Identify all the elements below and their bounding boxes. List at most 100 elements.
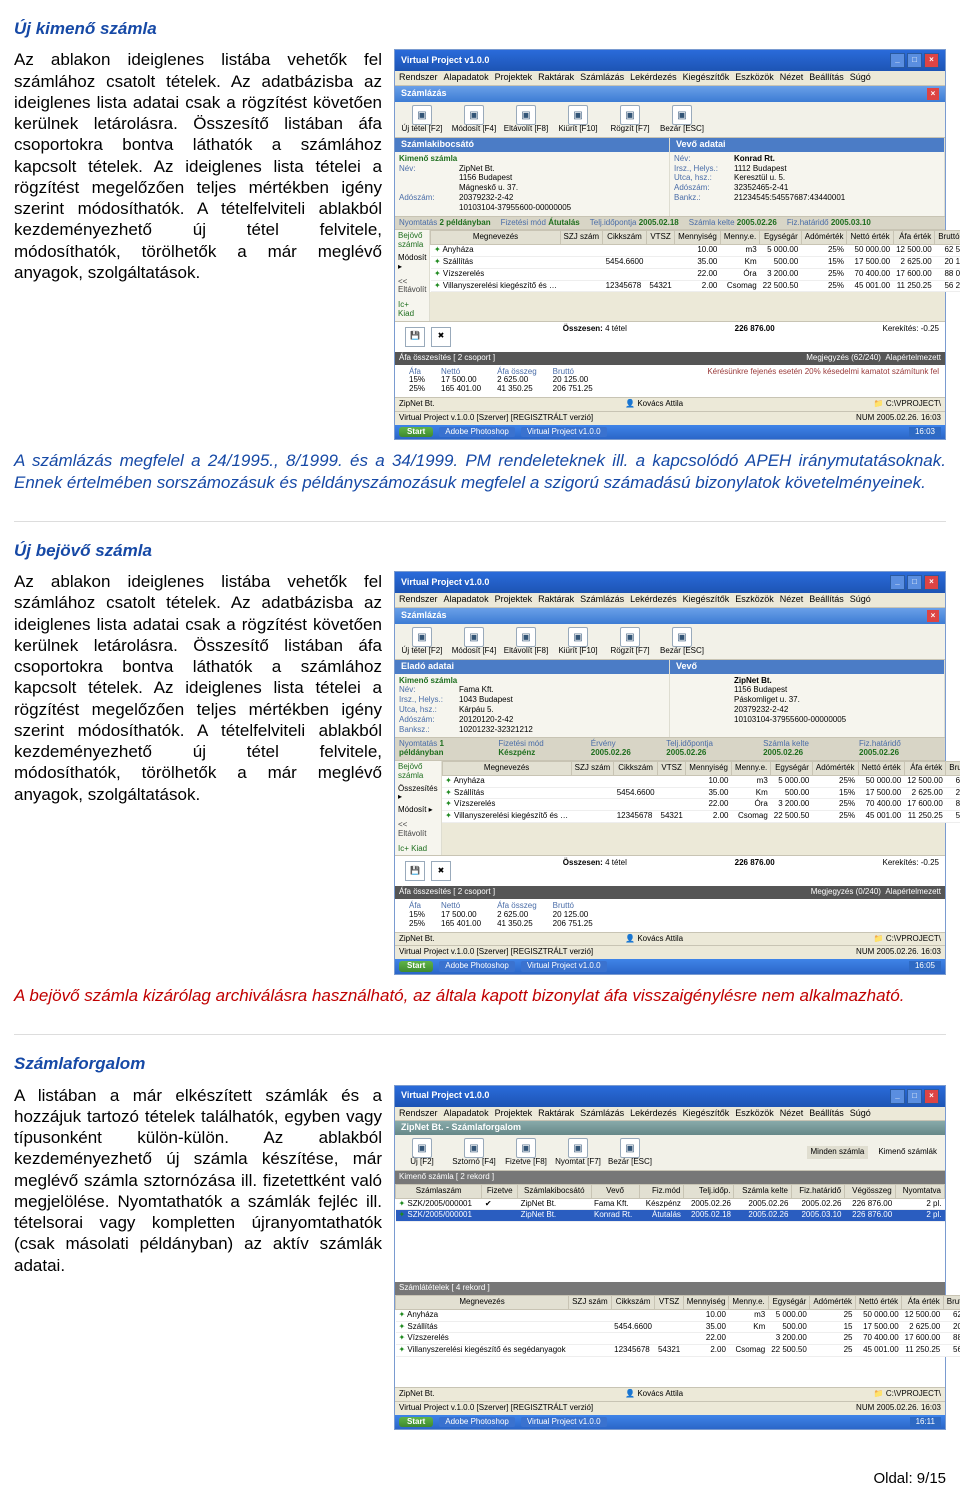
remove-button[interactable]: << Eltávolít xyxy=(398,821,438,839)
menu-item[interactable]: Súgó xyxy=(850,1108,871,1118)
table-row[interactable]: ✦ Szállítás5454.660035.00Km500.001517 50… xyxy=(396,1321,960,1333)
menubar[interactable]: Rendszer Alapadatok Projektek Raktárak Száml… xyxy=(395,593,945,608)
menu-item[interactable]: Rendszer xyxy=(399,1108,438,1118)
taskbar-item[interactable]: Virtual Project v1.0.0 xyxy=(521,427,607,438)
menu-item[interactable]: Súgó xyxy=(850,594,871,604)
maximize-icon[interactable]: □ xyxy=(907,1089,922,1104)
window-controls[interactable]: _□× xyxy=(888,53,939,68)
side-nav-item[interactable]: Bejövő számla xyxy=(398,232,426,250)
menu-item[interactable]: Beállítás xyxy=(809,72,844,82)
menu-item[interactable]: Számlázás xyxy=(580,72,624,82)
toolbar[interactable]: ▣Új [F2]▣Sztornó [F4]▣Fizetve [F8]▣Nyomt… xyxy=(395,1135,945,1171)
menu-item[interactable]: Rendszer xyxy=(399,594,438,604)
menu-item[interactable]: Alapadatok xyxy=(444,594,489,604)
menu-item[interactable]: Lekérdezés xyxy=(630,594,677,604)
menu-item[interactable]: Alapadatok xyxy=(444,1108,489,1118)
minimize-icon[interactable]: _ xyxy=(890,53,905,68)
start-button[interactable]: Start xyxy=(399,961,433,972)
table-row[interactable]: ✦ Villanyszerelési kiegészítő és …123456… xyxy=(442,811,960,823)
table-row[interactable]: ✦ Anyháza10.00m35 000.0025%50 000.0012 5… xyxy=(431,245,960,257)
start-button[interactable]: Start xyxy=(399,1417,433,1428)
close-icon[interactable]: × xyxy=(924,575,939,590)
side-nav-item[interactable]: Bejövő számla xyxy=(398,763,438,781)
menubar[interactable]: RendszerAlapadatokProjektekRaktárakSzáml… xyxy=(395,71,945,86)
issue-button[interactable]: Ic+ Kiad xyxy=(398,301,426,319)
toolbar-button[interactable]: ▣Bezár [ESC] xyxy=(659,627,705,656)
menu-item[interactable]: Kiegészítők xyxy=(683,72,730,82)
toolbar-button[interactable]: ▣Új tétel [F2] xyxy=(399,627,445,656)
save-icon[interactable]: 💾 xyxy=(405,327,425,347)
save-icon[interactable]: 💾 xyxy=(405,861,425,881)
toolbar-button[interactable]: ▣Bezár [ESC] xyxy=(659,105,705,134)
menu-item[interactable]: Raktárak xyxy=(538,594,574,604)
close-panel-icon[interactable]: ✖ xyxy=(431,327,451,347)
menu-item[interactable]: Lekérdezés xyxy=(630,1108,677,1118)
taskbar-item[interactable]: Adobe Photoshop xyxy=(439,961,515,972)
menu-item[interactable]: Raktárak xyxy=(538,72,574,82)
remove-button[interactable]: << Eltávolít xyxy=(398,278,426,296)
menu-item[interactable]: Rendszer xyxy=(399,72,438,82)
menu-item[interactable]: Beállítás xyxy=(809,1108,844,1118)
panel-close-icon[interactable]: × xyxy=(927,610,939,622)
toolbar-button[interactable]: ▣Új tétel [F2] xyxy=(399,105,445,134)
table-row[interactable]: ✦ Szállítás5454.660035.00Km500.0015%17 5… xyxy=(442,787,960,799)
menu-item[interactable]: Számlázás xyxy=(580,594,624,604)
start-button[interactable]: Start xyxy=(399,427,433,438)
table-row[interactable]: ✦ Szállítás5454.660035.00Km500.0015%17 5… xyxy=(431,257,960,269)
toolbar-button[interactable]: ▣Kiürít [F10] xyxy=(555,627,601,656)
close-panel-icon[interactable]: ✖ xyxy=(431,861,451,881)
taskbar-item[interactable]: Adobe Photoshop xyxy=(439,1417,515,1428)
toolbar-button[interactable]: ▣Rögzít [F7] xyxy=(607,105,653,134)
toolbar[interactable]: ▣Új tétel [F2]▣Módosít [F4]▣Eltávolít [F… xyxy=(395,102,945,138)
table-row[interactable]: ✦ Anyháza10.00m35 000.0025%50 000.0012 5… xyxy=(442,775,960,787)
maximize-icon[interactable]: □ xyxy=(907,575,922,590)
tab-outgoing[interactable]: Kimenő számlák xyxy=(874,1146,941,1159)
menu-item[interactable]: Raktárak xyxy=(538,1108,574,1118)
table-row[interactable]: ✦ Vízszerelés22.00Óra3 200.0025%70 400.0… xyxy=(442,799,960,811)
table-row[interactable]: ✦ Villanyszerelési kiegészítő és …123456… xyxy=(431,280,960,292)
menu-item[interactable]: Súgó xyxy=(850,72,871,82)
toolbar-button[interactable]: ▣Rögzít [F7] xyxy=(607,627,653,656)
minimize-icon[interactable]: _ xyxy=(890,575,905,590)
invoice-list-table[interactable]: SzámlaszámFizetveSzámlakibocsátóVevőFiz.… xyxy=(395,1184,945,1222)
toolbar-button[interactable]: ▣Bezár [ESC] xyxy=(607,1138,653,1167)
minimize-icon[interactable]: _ xyxy=(890,1089,905,1104)
side-item[interactable]: Kimenő számla xyxy=(399,155,665,164)
menu-item[interactable]: Nézet xyxy=(780,72,804,82)
panel-close-icon[interactable]: × xyxy=(927,88,939,100)
table-row[interactable]: ✦ Anyháza10.00m35 000.002550 000.0012 50… xyxy=(396,1309,960,1321)
menu-item[interactable]: Projektek xyxy=(495,594,533,604)
menu-item[interactable]: Projektek xyxy=(495,1108,533,1118)
menubar[interactable]: RendszerAlapadatokProjektekRaktárakSzáml… xyxy=(395,1107,945,1122)
maximize-icon[interactable]: □ xyxy=(907,53,922,68)
table-row[interactable]: ✦ SZK/2005/000001ZipNet Bt.Konrad Rt.Átu… xyxy=(396,1210,945,1222)
menu-item[interactable]: Eszközök xyxy=(735,594,774,604)
toolbar-button[interactable]: ▣Új [F2] xyxy=(399,1138,445,1167)
taskbar-item[interactable]: Virtual Project v1.0.0 xyxy=(521,961,607,972)
taskbar[interactable]: Start Adobe Photoshop Virtual Project v1… xyxy=(395,425,945,440)
side-item[interactable]: Kimenő számla xyxy=(399,677,665,686)
issue-button[interactable]: Ic+ Kiad xyxy=(398,845,438,854)
menu-item[interactable]: Lekérdezés xyxy=(630,72,677,82)
menu-item[interactable]: Nézet xyxy=(780,594,804,604)
menu-item[interactable]: Kiegészítők xyxy=(683,1108,730,1118)
close-icon[interactable]: × xyxy=(924,53,939,68)
menu-item[interactable]: Projektek xyxy=(495,72,533,82)
menu-item[interactable]: Beállítás xyxy=(809,594,844,604)
toolbar-button[interactable]: ▣Nyomtat [F7] xyxy=(555,1138,601,1167)
table-row[interactable]: ✦ Vízszerelés22.003 200.002570 400.0017 … xyxy=(396,1333,960,1345)
toolbar-button[interactable]: ▣Módosít [F4] xyxy=(451,627,497,656)
taskbar-item[interactable]: Virtual Project v1.0.0 xyxy=(521,1417,607,1428)
tab-all[interactable]: Minden számla xyxy=(807,1146,869,1159)
toolbar-button[interactable]: ▣Sztornó [F4] xyxy=(451,1138,497,1167)
toolbar-button[interactable]: ▣Kiürít [F10] xyxy=(555,105,601,134)
toolbar[interactable]: ▣Új tétel [F2]▣Módosít [F4]▣Eltávolít [F… xyxy=(395,624,945,660)
toolbar-button[interactable]: ▣Módosít [F4] xyxy=(451,105,497,134)
toolbar-button[interactable]: ▣Fizetve [F8] xyxy=(503,1138,549,1167)
close-icon[interactable]: × xyxy=(924,1089,939,1104)
menu-item[interactable]: Eszközök xyxy=(735,1108,774,1118)
table-row[interactable]: ✦ SZK/2005/000001✔ZipNet Bt.Fama Kft.Kés… xyxy=(396,1198,945,1210)
window-titlebar[interactable]: Virtual Project v1.0.0 _□× xyxy=(395,50,945,71)
menu-item[interactable]: Kiegészítők xyxy=(683,594,730,604)
menu-item[interactable]: Eszközök xyxy=(735,72,774,82)
